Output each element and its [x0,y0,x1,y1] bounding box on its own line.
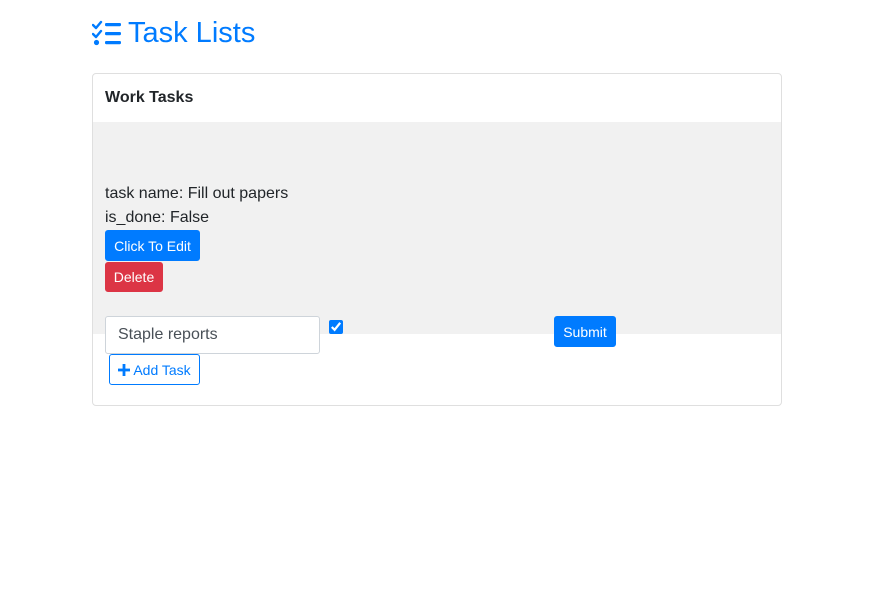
is-done-checkbox[interactable] [329,320,343,334]
page-header: Task Lists [92,14,255,52]
card-header: Work Tasks [93,74,781,122]
edit-task-button[interactable]: Click To Edit [105,230,200,261]
card-title: Work Tasks [105,89,194,106]
delete-task-button[interactable]: Delete [105,262,163,292]
add-task-label: Add Task [133,361,191,378]
plus-icon [118,363,131,376]
task-list-card: Work Tasks task name: Fill out papers is… [92,73,782,406]
tasks-list-icon [92,20,122,46]
task-name-text: task name: Fill out papers [105,185,289,202]
add-task-button[interactable]: Add Task [109,354,200,385]
task-item: task name: Fill out papers is_done: Fals… [93,122,781,354]
card-footer: Add Task [93,334,781,405]
task-done-text: is_done: False [105,209,210,226]
page-title: Task Lists [128,17,256,49]
